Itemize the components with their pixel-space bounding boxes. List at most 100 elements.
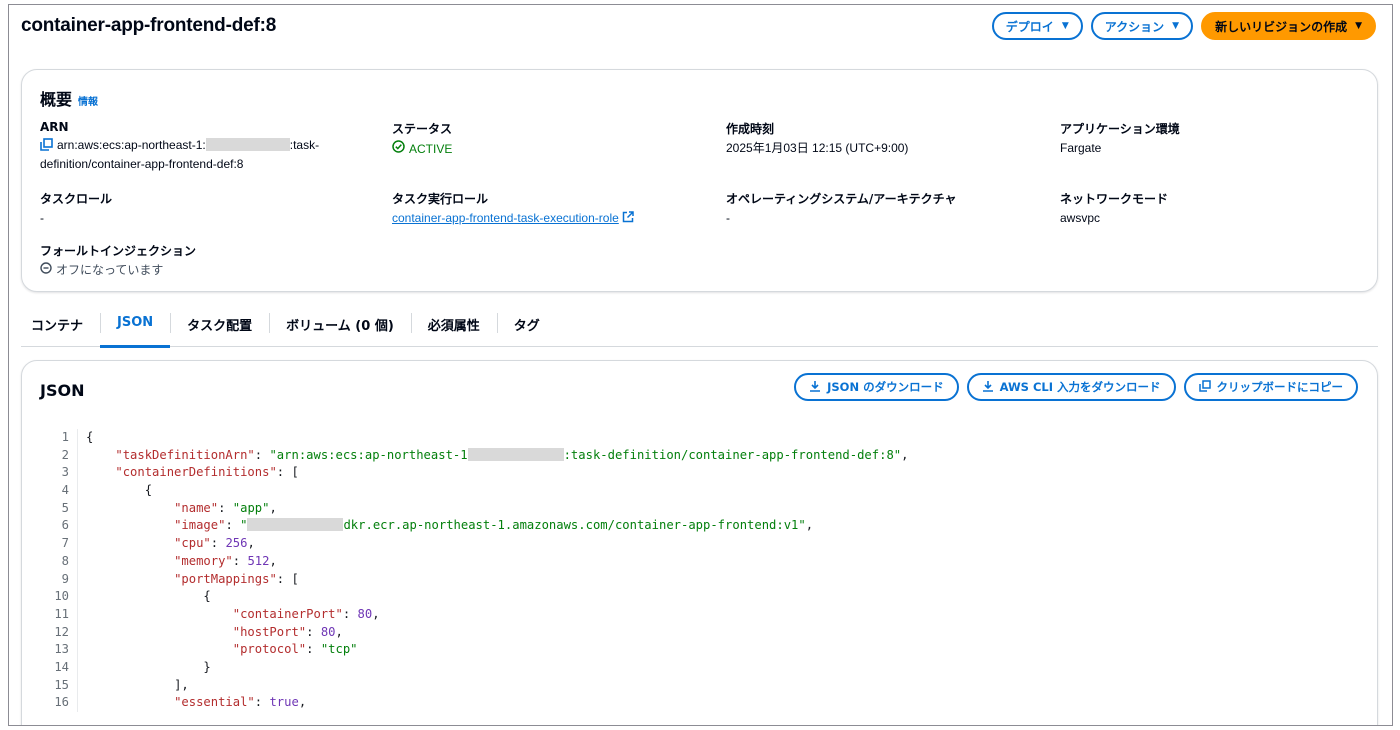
tab-tags[interactable]: タグ (496, 311, 557, 347)
os-arch-label: オペレーティングシステム/アーキテクチャ (726, 192, 957, 206)
json-key: "taskDefinitionArn" (115, 447, 255, 462)
caret-down-icon: ▼ (1172, 21, 1180, 31)
code-line: 9 "portMappings": [ (48, 570, 908, 589)
exec-role-value: container-app-frontend-task-execution-ro… (392, 210, 634, 227)
arn-value: arn:aws:ecs:ap-northeast-1: :task- defini… (40, 137, 360, 173)
copy-to-clipboard-label: クリップボードにコピー (1216, 380, 1344, 394)
line-number: 13 (48, 641, 78, 659)
line-number: 2 (48, 446, 78, 465)
line-number: 10 (48, 588, 78, 606)
app-env-value: Fargate (1060, 141, 1102, 155)
line-number: 16 (48, 694, 78, 712)
exec-role-field: タスク実行ロール container-app-frontend-task-exe… (392, 190, 634, 227)
download-cli-input-label: AWS CLI 入力をダウンロード (999, 380, 1161, 394)
page-title: container-app-frontend-def:8 (21, 15, 277, 36)
json-boolean: true (269, 695, 299, 710)
tab-task-placement[interactable]: タスク配置 (170, 311, 269, 347)
download-json-button[interactable]: JSON のダウンロード (794, 373, 959, 401)
copy-to-clipboard-button[interactable]: クリップボードにコピー (1183, 373, 1358, 401)
json-string: dkr.ecr.ap-northeast-1.amazonaws.com/con… (343, 518, 806, 533)
json-string: :task-definition/container-app-frontend-… (563, 447, 902, 462)
tab-json[interactable]: JSON (100, 311, 171, 348)
clipboard-copy-icon (1198, 379, 1211, 395)
code-line: 15 ], (48, 676, 908, 695)
tab-containers[interactable]: コンテナ (21, 311, 100, 347)
os-arch-field: オペレーティングシステム/アーキテクチャ - (726, 190, 956, 227)
exec-role-label: タスク実行ロール (392, 192, 489, 206)
line-number: 11 (48, 605, 78, 624)
task-role-field: タスクロール - (40, 190, 112, 227)
json-key: "containerPort" (232, 606, 343, 621)
new-revision-button[interactable]: 新しいリビジョンの作成 ▼ (1201, 12, 1376, 40)
json-number: 80 (357, 606, 373, 621)
external-link-icon[interactable] (622, 211, 634, 225)
download-json-label: JSON のダウンロード (827, 380, 944, 394)
network-mode-field: ネットワークモード awsvpc (1060, 190, 1168, 227)
arn-label: ARN (40, 120, 69, 134)
redacted-account-id (247, 518, 344, 532)
fault-injection-label: フォールトインジェクション (40, 244, 197, 258)
json-key: "image" (174, 518, 226, 533)
code-line: 2 "taskDefinitionArn": "arn:aws:ecs:ap-n… (48, 446, 908, 465)
overview-title: 概要 (40, 90, 73, 109)
arn-value-line2: definition/container-app-frontend-def:8 (40, 157, 244, 171)
json-string: " (240, 518, 248, 533)
task-role-label: タスクロール (40, 192, 113, 206)
json-number: 512 (247, 553, 270, 568)
line-number: 12 (48, 623, 78, 642)
line-number: 7 (48, 535, 78, 553)
code-line: 6 "image": " dkr.ecr.ap-northeast-1.amazo… (48, 517, 908, 536)
code-text: { (203, 589, 211, 604)
arn-value-suffix: :task- (289, 138, 320, 152)
exec-role-link[interactable]: container-app-frontend-task-execution-ro… (392, 211, 619, 225)
json-panel: JSON JSON のダウンロード AWS CLI 入力をダウンロード クリップ… (21, 360, 1378, 725)
json-key: "cpu" (174, 536, 211, 551)
redacted-account-id (467, 447, 564, 461)
app-env-label: アプリケーション環境 (1060, 122, 1180, 136)
line-number: 3 (48, 464, 78, 483)
line-number: 5 (48, 499, 78, 518)
arn-value-prefix: arn:aws:ecs:ap-northeast-1: (57, 138, 206, 152)
status-value: ACTIVE (392, 140, 452, 158)
line-number: 9 (48, 570, 78, 589)
status-field: ステータス ACTIVE (392, 120, 452, 158)
json-key: "hostPort" (232, 624, 307, 639)
status-label: ステータス (392, 122, 453, 136)
deploy-button-label: デプロイ (1005, 19, 1054, 34)
copy-icon[interactable] (40, 138, 53, 156)
created-value: 2025年1月03日 12:15 (UTC+9:00) (726, 141, 909, 155)
info-link[interactable]: 情報 (78, 93, 98, 108)
redacted-account-id (205, 138, 290, 151)
json-key: "protocol" (232, 642, 307, 657)
download-icon (982, 380, 994, 395)
json-string: "app" (232, 500, 270, 515)
fault-injection-field: フォールトインジェクション オフになっています (40, 242, 196, 279)
deploy-button[interactable]: デプロイ ▼ (991, 12, 1083, 40)
line-number: 6 (48, 517, 78, 536)
code-line: 1{ (48, 429, 908, 447)
code-line: 11 "containerPort": 80, (48, 605, 908, 624)
download-cli-input-button[interactable]: AWS CLI 入力をダウンロード (966, 373, 1176, 401)
code-text: : [ (276, 571, 299, 586)
header-actions: デプロイ ▼ アクション ▼ 新しいリビジョンの作成 ▼ (991, 12, 1376, 40)
json-key: "portMappings" (174, 571, 277, 586)
actions-button[interactable]: アクション ▼ (1090, 12, 1194, 40)
task-role-value: - (40, 211, 44, 225)
json-key: "name" (174, 500, 219, 515)
status-off-icon (40, 262, 52, 279)
code-text: { (144, 483, 153, 498)
tab-volumes[interactable]: ボリューム (0 個) (269, 311, 411, 347)
code-line: 13 "protocol": "tcp" (48, 641, 908, 659)
os-arch-value: - (726, 211, 730, 225)
line-number: 15 (48, 676, 78, 695)
json-code-viewer[interactable]: 1{ 2 "taskDefinitionArn": "arn:aws:ecs:a… (48, 429, 908, 712)
network-mode-label: ネットワークモード (1060, 192, 1169, 206)
code-line: 8 "memory": 512, (48, 552, 908, 571)
new-revision-button-label: 新しいリビジョンの作成 (1215, 19, 1348, 34)
created-field: 作成時刻 2025年1月03日 12:15 (UTC+9:00) (726, 120, 908, 157)
overview-panel: 概要 情報 ARN arn:aws:ecs:ap-northeast-1: :ta… (21, 69, 1378, 292)
code-line: 7 "cpu": 256, (48, 535, 908, 553)
actions-button-label: アクション (1104, 19, 1165, 34)
tab-required-attributes[interactable]: 必須属性 (410, 311, 497, 347)
app-env-field: アプリケーション環境 Fargate (1060, 120, 1180, 157)
